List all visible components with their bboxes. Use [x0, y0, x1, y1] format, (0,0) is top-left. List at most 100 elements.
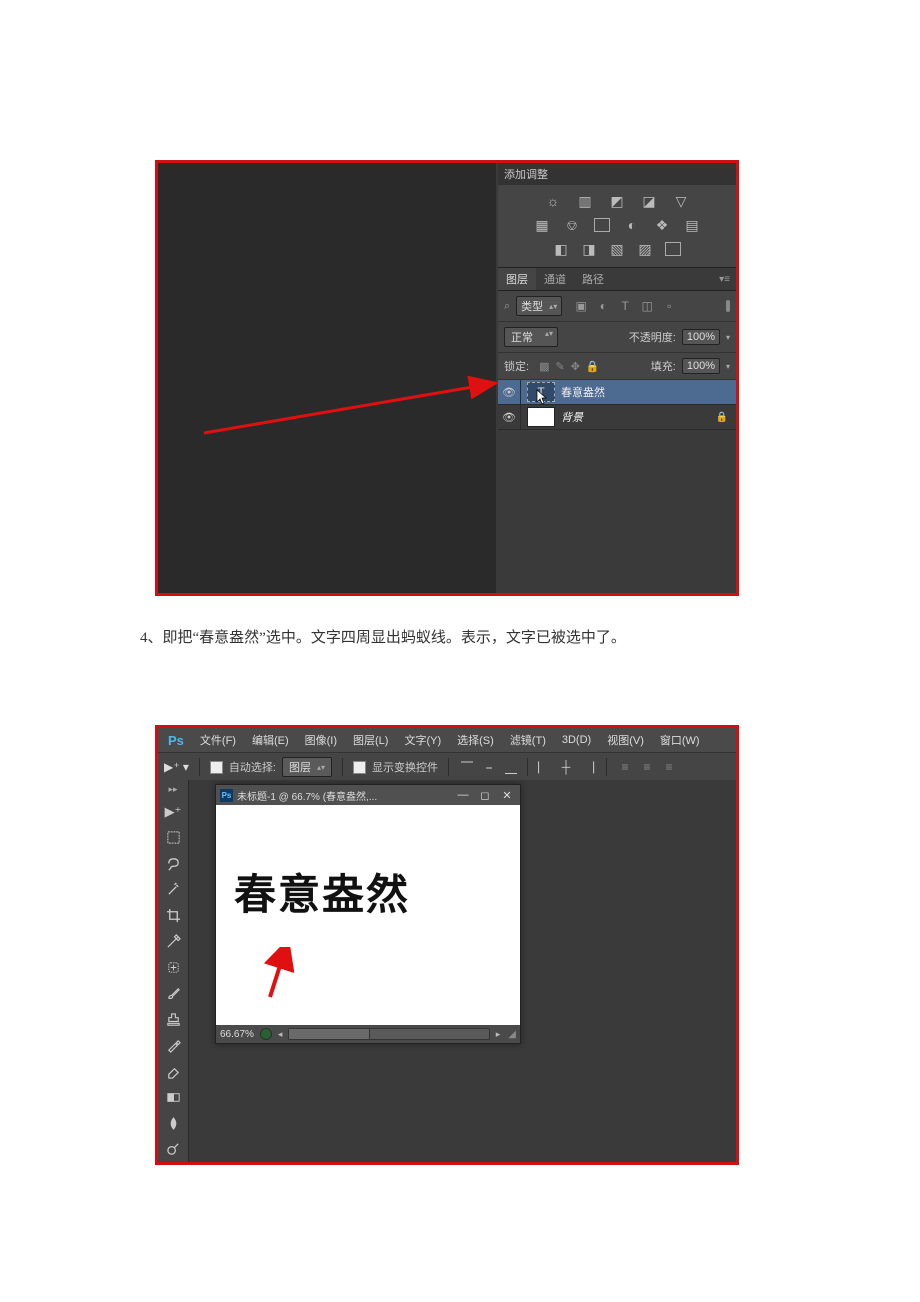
exposure-icon[interactable]: ◪ [640, 193, 658, 209]
menu-3d[interactable]: 3D(D) [554, 734, 599, 746]
fill-label: 填充: [651, 358, 676, 374]
tab-paths[interactable]: 路径 [574, 268, 612, 290]
document-status-bar: 66.67% ◂ ▸ ◢ [216, 1025, 520, 1043]
minimize-button[interactable]: — [454, 789, 472, 801]
ps-logo: Ps [160, 733, 192, 748]
filter-pixel-icon[interactable]: ▣ [574, 299, 588, 313]
healing-tool[interactable] [161, 957, 185, 979]
bw-icon[interactable] [593, 217, 611, 233]
posterize-icon[interactable]: ◨ [580, 241, 598, 257]
gradient-tool[interactable] [161, 1086, 185, 1108]
eraser-tool[interactable] [161, 1060, 185, 1082]
auto-select-target[interactable]: 图层 ▴▾ [282, 757, 332, 777]
zoom-value[interactable]: 66.67% [220, 1029, 254, 1040]
align-right-icon[interactable]: ⎹ [580, 760, 596, 774]
lock-transparency-icon[interactable]: ▩ [539, 360, 549, 373]
collapse-icon[interactable]: ▸▸ [168, 784, 177, 795]
history-brush-tool[interactable] [161, 1034, 185, 1056]
h-scrollbar[interactable] [288, 1028, 489, 1040]
invert-icon[interactable]: ◧ [552, 241, 570, 257]
vibrance-icon[interactable]: ▽ [672, 193, 690, 209]
auto-select-checkbox[interactable] [210, 761, 223, 774]
menu-select[interactable]: 选择(S) [449, 732, 502, 748]
tab-channels[interactable]: 通道 [536, 268, 574, 290]
gradient-map-icon[interactable]: ▨ [636, 241, 654, 257]
threshold-icon[interactable]: ▧ [608, 241, 626, 257]
filter-type-icon[interactable]: T [618, 299, 632, 313]
options-bar: ▶⁺ ▾ 自动选择: 图层 ▴▾ 显示变换控件 ⎺ ⎯ ⎽ ⎸ ┼ ⎹ ≡ ≡ … [158, 752, 736, 782]
menu-layer[interactable]: 图层(L) [345, 732, 396, 748]
close-button[interactable]: ✕ [498, 789, 516, 802]
text-layer-thumb: T [527, 382, 555, 402]
maximize-button[interactable]: ◻ [476, 789, 494, 802]
menu-type[interactable]: 文字(Y) [396, 732, 449, 748]
distribute-icon[interactable]: ≡ [617, 760, 633, 774]
move-tool[interactable]: ▶⁺ [161, 801, 185, 823]
distribute-icon[interactable]: ≡ [661, 760, 677, 774]
filter-type-select[interactable]: 类型 ▴▾ [516, 296, 562, 316]
align-left-icon[interactable]: ⎸ [536, 760, 552, 774]
lock-all-icon[interactable]: 🔒 [586, 360, 600, 373]
scroll-left-icon[interactable]: ◂ [278, 1029, 283, 1040]
align-hcenter-icon[interactable]: ┼ [558, 760, 574, 774]
brush-tool[interactable] [161, 982, 185, 1004]
lock-position-icon[interactable]: ✥ [571, 360, 580, 373]
hue-icon[interactable]: ▦ [533, 217, 551, 233]
menu-view[interactable]: 视图(V) [599, 732, 652, 748]
lock-label: 锁定: [504, 358, 529, 374]
photo-filter-icon[interactable]: ◐ [623, 217, 641, 233]
fill-value[interactable]: 100% [682, 358, 720, 374]
crop-tool[interactable] [161, 905, 185, 927]
chevron-down-icon[interactable]: ▾ [726, 333, 730, 342]
dodge-tool[interactable] [161, 1138, 185, 1160]
menu-image[interactable]: 图像(I) [297, 732, 345, 748]
filter-smart-icon[interactable]: ▫ [662, 299, 676, 313]
curves-icon[interactable]: ◩ [608, 193, 626, 209]
lock-icon: 🔒 [716, 412, 728, 423]
marquee-tool[interactable] [161, 827, 185, 849]
blend-mode-value: 正常 [511, 332, 533, 344]
document-titlebar[interactable]: Ps 未标题-1 @ 66.7% (春意盎然,... — ◻ ✕ [216, 785, 520, 805]
color-balance-icon[interactable]: ⎊ [563, 217, 581, 233]
scroll-right-icon[interactable]: ▸ [496, 1029, 501, 1040]
levels-icon[interactable]: ▥ [576, 193, 594, 209]
filter-adjust-icon[interactable]: ◐ [596, 299, 610, 313]
channel-mixer-icon[interactable]: ❖ [653, 217, 671, 233]
align-bottom-icon[interactable]: ⎽ [503, 760, 519, 774]
document-canvas[interactable]: 春意盎然 [216, 805, 520, 1025]
adjustments-row-1: ☼ ▥ ◩ ◪ ▽ [498, 185, 736, 213]
distribute-icon[interactable]: ≡ [639, 760, 655, 774]
menu-window[interactable]: 窗口(W) [652, 732, 708, 748]
lookup-icon[interactable]: ▤ [683, 217, 701, 233]
filter-shape-icon[interactable]: ◫ [640, 299, 654, 313]
chevron-down-icon[interactable]: ▾ [726, 362, 730, 371]
menu-file[interactable]: 文件(F) [192, 732, 244, 748]
blur-tool[interactable] [161, 1112, 185, 1134]
eyedropper-tool[interactable] [161, 931, 185, 953]
layer-row-background[interactable]: 👁 背景 🔒 [498, 405, 736, 430]
selective-color-icon[interactable] [664, 241, 682, 257]
wand-tool[interactable] [161, 879, 185, 901]
lock-paint-icon[interactable]: ✎ [555, 360, 564, 373]
brightness-icon[interactable]: ☼ [544, 193, 562, 209]
tab-layers[interactable]: 图层 [498, 268, 536, 290]
menu-edit[interactable]: 编辑(E) [244, 732, 297, 748]
lasso-tool[interactable] [161, 853, 185, 875]
visibility-icon[interactable]: 👁 [498, 380, 521, 404]
auto-select-label: 自动选择: [229, 759, 276, 775]
lock-row: 锁定: ▩ ✎ ✥ 🔒 填充: 100% ▾ [498, 353, 736, 380]
blend-mode-select[interactable]: 正常 ▴▾ [504, 327, 558, 347]
menu-filter[interactable]: 滤镜(T) [502, 732, 554, 748]
filter-toggle-icon[interactable] [726, 300, 730, 312]
panel-menu-icon[interactable]: ▾≡ [713, 274, 736, 285]
layer-row-text[interactable]: 👁 T 春意盎然 [498, 380, 736, 405]
canvas-area [158, 163, 498, 593]
align-top-icon[interactable]: ⎺ [459, 760, 475, 774]
stamp-tool[interactable] [161, 1008, 185, 1030]
align-vmiddle-icon[interactable]: ⎯ [481, 760, 497, 774]
show-transform-checkbox[interactable] [353, 761, 366, 774]
opacity-value[interactable]: 100% [682, 329, 720, 345]
visibility-icon[interactable]: 👁 [498, 405, 521, 429]
layer-filter-row: ⌕ 类型 ▴▾ ▣ ◐ T ◫ ▫ [498, 291, 736, 322]
resize-grip-icon[interactable]: ◢ [508, 1029, 516, 1040]
